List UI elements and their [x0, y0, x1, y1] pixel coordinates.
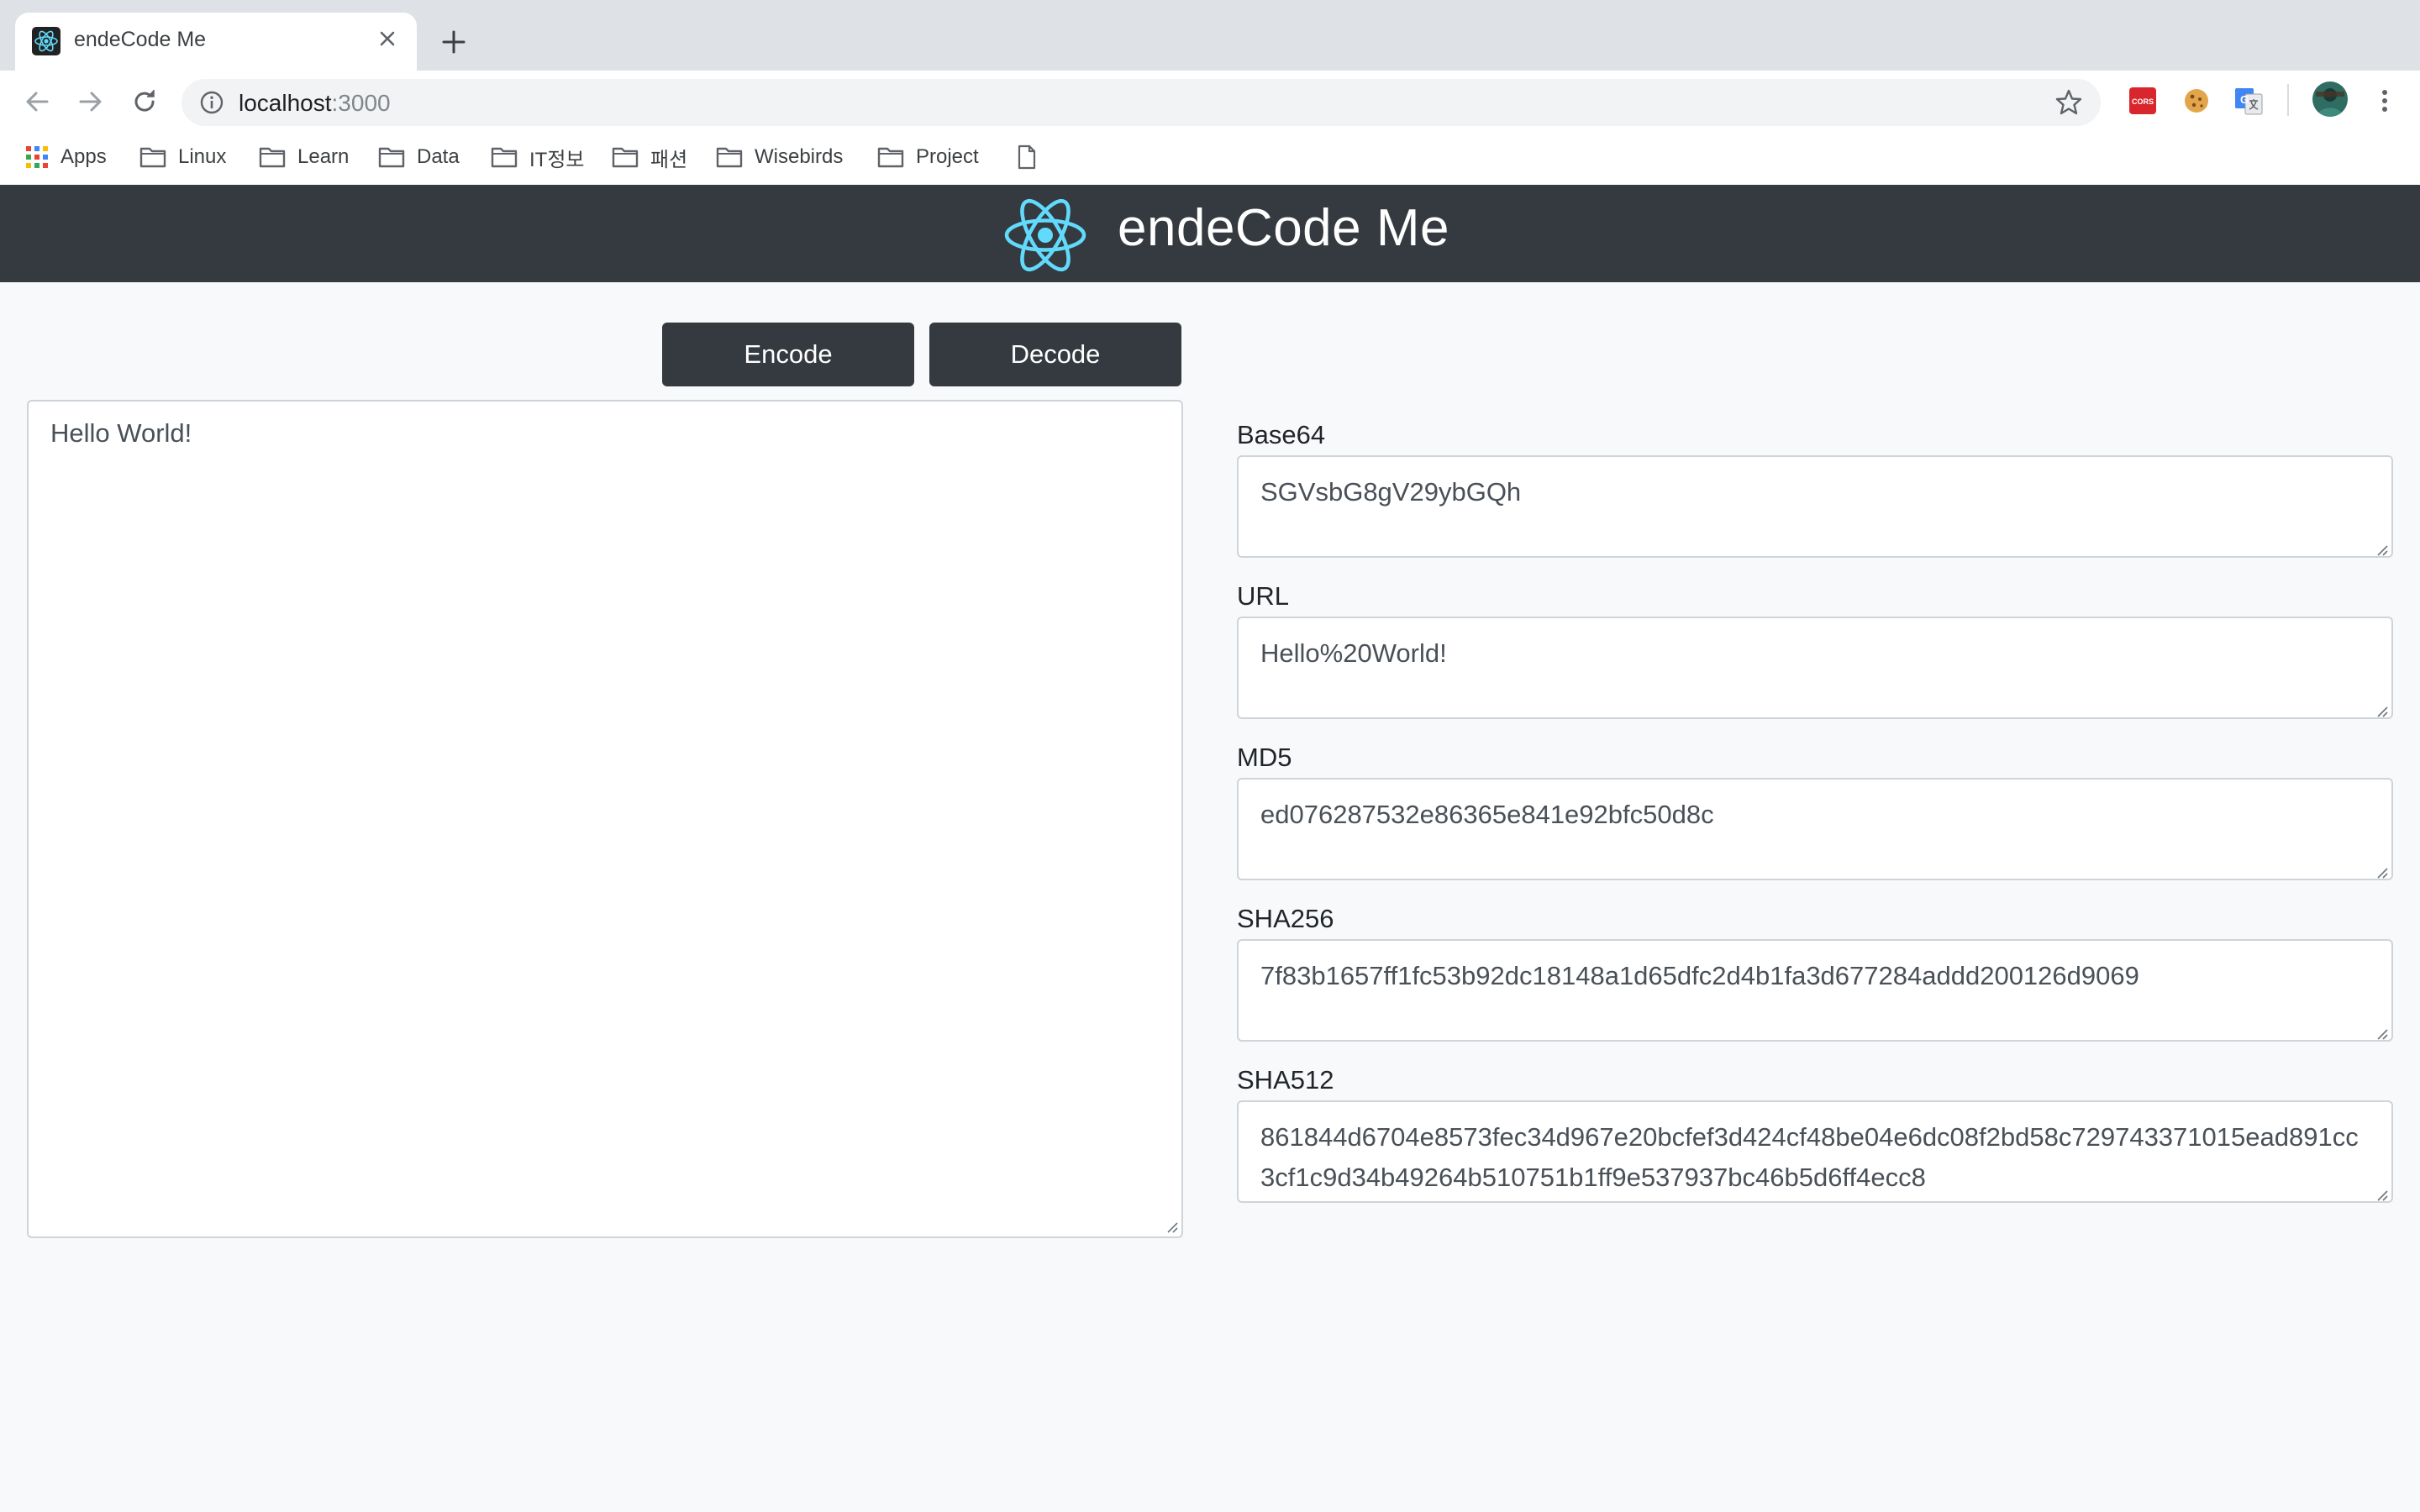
bookmark-label: Linux	[178, 145, 227, 168]
bookmark-label: Data	[417, 145, 460, 168]
folder-icon	[139, 147, 166, 168]
input-textarea[interactable]: Hello World!	[27, 400, 1183, 1238]
md5-output[interactable]: ed076287532e86365e841e92bfc50d8c	[1237, 778, 2393, 880]
resize-grip-icon[interactable]	[2375, 1026, 2388, 1040]
address-bar[interactable]: localhost:3000	[182, 79, 2101, 126]
react-logo-icon	[1004, 198, 1086, 272]
app-title: endeCode Me	[1118, 199, 1449, 257]
svg-text:CORS: CORS	[2132, 97, 2154, 106]
sha512-label: SHA512	[1237, 1065, 1334, 1095]
folder-icon	[491, 147, 518, 168]
folder-icon	[378, 147, 405, 168]
bookmark-folder-linux[interactable]: Linux	[139, 140, 226, 174]
cookie-icon[interactable]	[2180, 84, 2213, 118]
sha256-output[interactable]: 7f83b1657ff1fc53b92dc18148a1d65dfc2d4b1f…	[1237, 939, 2393, 1042]
bookmark-label: Wisebirds	[755, 145, 844, 168]
bookmark-label: Apps	[60, 145, 107, 168]
bookmark-apps[interactable]: Apps	[25, 140, 107, 174]
url-port: :3000	[331, 90, 391, 116]
url-text: localhost:3000	[239, 90, 391, 117]
more-menu-icon[interactable]	[2368, 84, 2402, 118]
apps-grid-icon	[26, 146, 48, 168]
decode-button[interactable]: Decode	[929, 323, 1181, 386]
folder-icon	[259, 147, 286, 168]
new-tab-icon[interactable]	[437, 25, 471, 59]
close-tab-icon[interactable]	[373, 24, 402, 53]
translate-icon[interactable]: G	[2232, 84, 2265, 118]
base64-label: Base64	[1237, 420, 1326, 449]
browser-tab[interactable]: endeCode Me	[15, 13, 417, 71]
bookmark-star-icon[interactable]	[2054, 87, 2084, 118]
bookmark-folder-fashion[interactable]: 패션	[612, 140, 687, 174]
bookmark-label: IT정보	[529, 148, 585, 171]
bookmark-folder-project[interactable]: Project	[877, 140, 979, 174]
url-label: URL	[1237, 581, 1290, 611]
bookmark-folder-data[interactable]: Data	[378, 140, 460, 174]
svg-text:G: G	[2240, 93, 2249, 106]
app-header: endeCode Me	[0, 185, 2420, 282]
cors-icon[interactable]: CORS	[2126, 84, 2160, 118]
profile-avatar[interactable]	[2312, 81, 2348, 117]
page-icon	[1018, 144, 1036, 170]
folder-icon	[612, 147, 639, 168]
react-favicon-icon	[32, 27, 60, 55]
tab-title: endeCode Me	[74, 28, 207, 51]
url-output[interactable]: Hello%20World!	[1237, 617, 2393, 719]
forward-arrow-icon[interactable]	[74, 85, 108, 118]
resize-grip-icon[interactable]	[2375, 1188, 2388, 1201]
profile-avatar-icon	[2312, 81, 2348, 117]
bookmark-folder-it-info[interactable]: IT정보	[491, 140, 585, 174]
bookmark-label: Learn	[297, 145, 350, 168]
url-host: localhost	[239, 90, 332, 116]
back-arrow-icon[interactable]	[20, 85, 54, 118]
toolbar-divider	[2287, 84, 2289, 116]
sha256-label: SHA256	[1237, 904, 1334, 933]
bookmark-label: Project	[916, 145, 979, 168]
resize-grip-icon[interactable]	[2375, 865, 2388, 879]
browser-toolbar: localhost:3000 CORS G	[0, 71, 2420, 129]
resize-grip-icon[interactable]	[1165, 1220, 1178, 1233]
bookmarks-bar: Apps Linux Learn Data IT정보 패션 Wisebirds …	[0, 129, 2420, 186]
resize-grip-icon[interactable]	[2375, 704, 2388, 717]
encode-button[interactable]: Encode	[662, 323, 914, 386]
bookmark-page[interactable]	[1017, 140, 1037, 174]
folder-icon	[716, 147, 743, 168]
base64-output[interactable]: SGVsbG8gV29ybGQh	[1237, 455, 2393, 558]
browser-tabstrip: endeCode Me	[0, 0, 2420, 71]
info-icon[interactable]	[198, 89, 225, 116]
bookmark-folder-learn[interactable]: Learn	[259, 140, 349, 174]
md5-label: MD5	[1237, 743, 1292, 772]
sha512-output[interactable]: 861844d6704e8573fec34d967e20bcfef3d424cf…	[1237, 1100, 2393, 1203]
bookmark-label: 패션	[650, 148, 688, 171]
bookmark-folder-wisebirds[interactable]: Wisebirds	[716, 140, 843, 174]
resize-grip-icon[interactable]	[2375, 543, 2388, 556]
reload-icon[interactable]	[128, 85, 161, 118]
folder-icon	[877, 147, 904, 168]
